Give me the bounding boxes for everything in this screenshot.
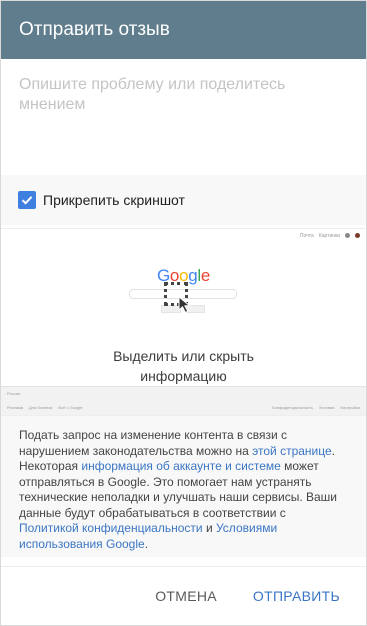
- preview-footer-left: Реклама Для бизнеса Всё о Google: [7, 405, 83, 410]
- dialog-header: Отправить отзыв: [1, 1, 366, 59]
- description-placeholder: Опишите проблему или поделитесь мнением: [19, 76, 286, 113]
- account-info-link[interactable]: информация об аккаунте и системе: [81, 459, 280, 473]
- avatar: [355, 233, 360, 238]
- privacy-policy-link[interactable]: Политикой конфиденциальности: [19, 521, 203, 535]
- check-icon: [21, 196, 33, 205]
- cancel-button[interactable]: ОТМЕНА: [151, 580, 221, 612]
- logo-letter: e: [200, 266, 211, 285]
- attach-screenshot-checkbox[interactable]: [18, 191, 36, 209]
- preview-hint: Выделить или скрыть информацию: [1, 346, 366, 386]
- preview-link-mail: Почта: [299, 233, 314, 239]
- preview-top-bar: Почта Картинки: [300, 233, 360, 239]
- dialog-title: Отправить отзыв: [19, 19, 170, 40]
- send-button[interactable]: ОТПРАВИТЬ: [249, 580, 344, 612]
- legal-text: и: [202, 521, 216, 535]
- cursor-arrow-icon: [178, 296, 191, 314]
- legal-notice: Подать запрос на изменение контента в св…: [1, 416, 366, 557]
- preview-footer-link: Конфиденциальность: [272, 405, 313, 410]
- attach-screenshot-row[interactable]: Прикрепить скриншот: [1, 175, 366, 225]
- legal-text: .: [144, 536, 149, 551]
- preview-footer: Россия Реклама Для бизнеса Всё о Google …: [1, 386, 366, 415]
- preview-footer-link: Для бизнеса: [29, 405, 53, 410]
- feedback-description-input[interactable]: Опишите проблему или поделитесь мнением: [1, 59, 366, 175]
- legal-text: Подать запрос на изменение контента в св…: [19, 428, 287, 458]
- preview-country: Россия: [7, 391, 21, 396]
- preview-link-images: Картинки: [318, 233, 340, 239]
- legal-request-link[interactable]: этой странице: [252, 444, 332, 458]
- preview-footer-right: Конфиденциальность Условия Настройки: [272, 405, 360, 410]
- screenshot-preview[interactable]: Почта Картинки Google Выделить или скрыт…: [1, 228, 366, 416]
- hint-text: Выделить или скрыть информацию: [113, 348, 254, 384]
- highlight-tool-icon[interactable]: [164, 282, 200, 318]
- feedback-dialog: Отправить отзыв Опишите проблему или под…: [0, 0, 367, 626]
- preview-footer-link: Всё о Google: [58, 405, 83, 410]
- preview-footer-link: Настройки: [340, 405, 360, 410]
- dialog-footer: ОТМЕНА ОТПРАВИТЬ: [1, 566, 366, 625]
- preview-footer-link: Реклама: [7, 405, 24, 410]
- preview-footer-link: Условия: [318, 405, 335, 410]
- attach-screenshot-label: Прикрепить скриншот: [43, 192, 185, 208]
- apps-icon: [345, 233, 350, 238]
